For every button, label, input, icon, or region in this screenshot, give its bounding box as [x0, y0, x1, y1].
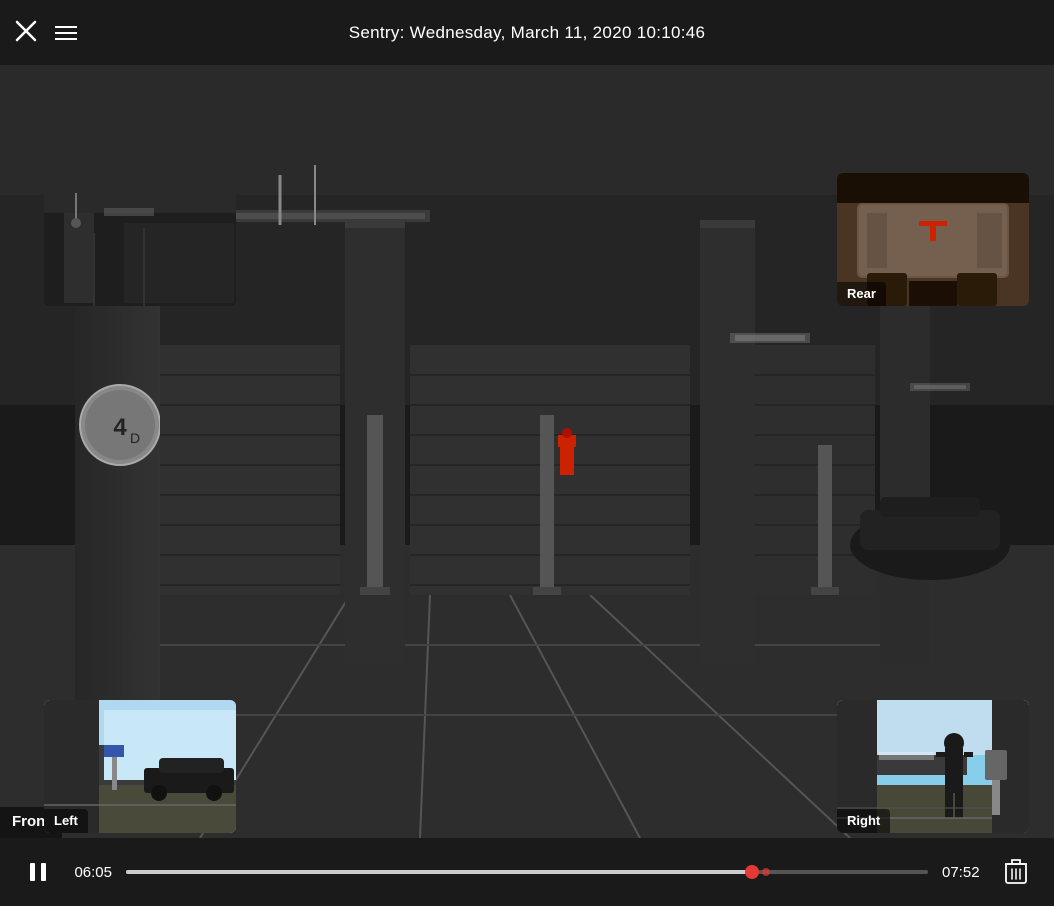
rear-camera-thumbnail[interactable]: Rear	[837, 173, 1029, 306]
video-area: 4 D	[0, 65, 1054, 838]
top-bar: Sentry: Wednesday, March 11, 2020 10:10:…	[0, 0, 1054, 65]
top-bar-left	[15, 20, 77, 46]
controls-bar: 06:05 07:52	[0, 838, 1054, 906]
right-camera-label: Right	[837, 809, 890, 833]
close-button[interactable]	[15, 20, 37, 46]
total-time: 07:52	[942, 864, 984, 881]
menu-button[interactable]	[55, 26, 77, 40]
left-camera-thumbnail[interactable]: Left	[44, 700, 236, 833]
current-time: 06:05	[70, 864, 112, 881]
svg-text:4: 4	[113, 414, 127, 441]
front-camera-thumbnail[interactable]	[44, 173, 236, 306]
progress-bar[interactable]	[126, 870, 928, 874]
progress-dot	[762, 868, 770, 876]
left-camera-label: Left	[44, 809, 88, 833]
delete-button[interactable]	[998, 854, 1034, 890]
video-title: Sentry: Wednesday, March 11, 2020 10:10:…	[349, 23, 706, 43]
progress-handle[interactable]	[745, 865, 759, 879]
svg-text:D: D	[130, 430, 140, 446]
progress-fill	[126, 870, 752, 874]
right-camera-thumbnail[interactable]: Right	[837, 700, 1029, 833]
pause-button[interactable]	[20, 854, 56, 890]
rear-camera-label: Rear	[837, 282, 886, 306]
